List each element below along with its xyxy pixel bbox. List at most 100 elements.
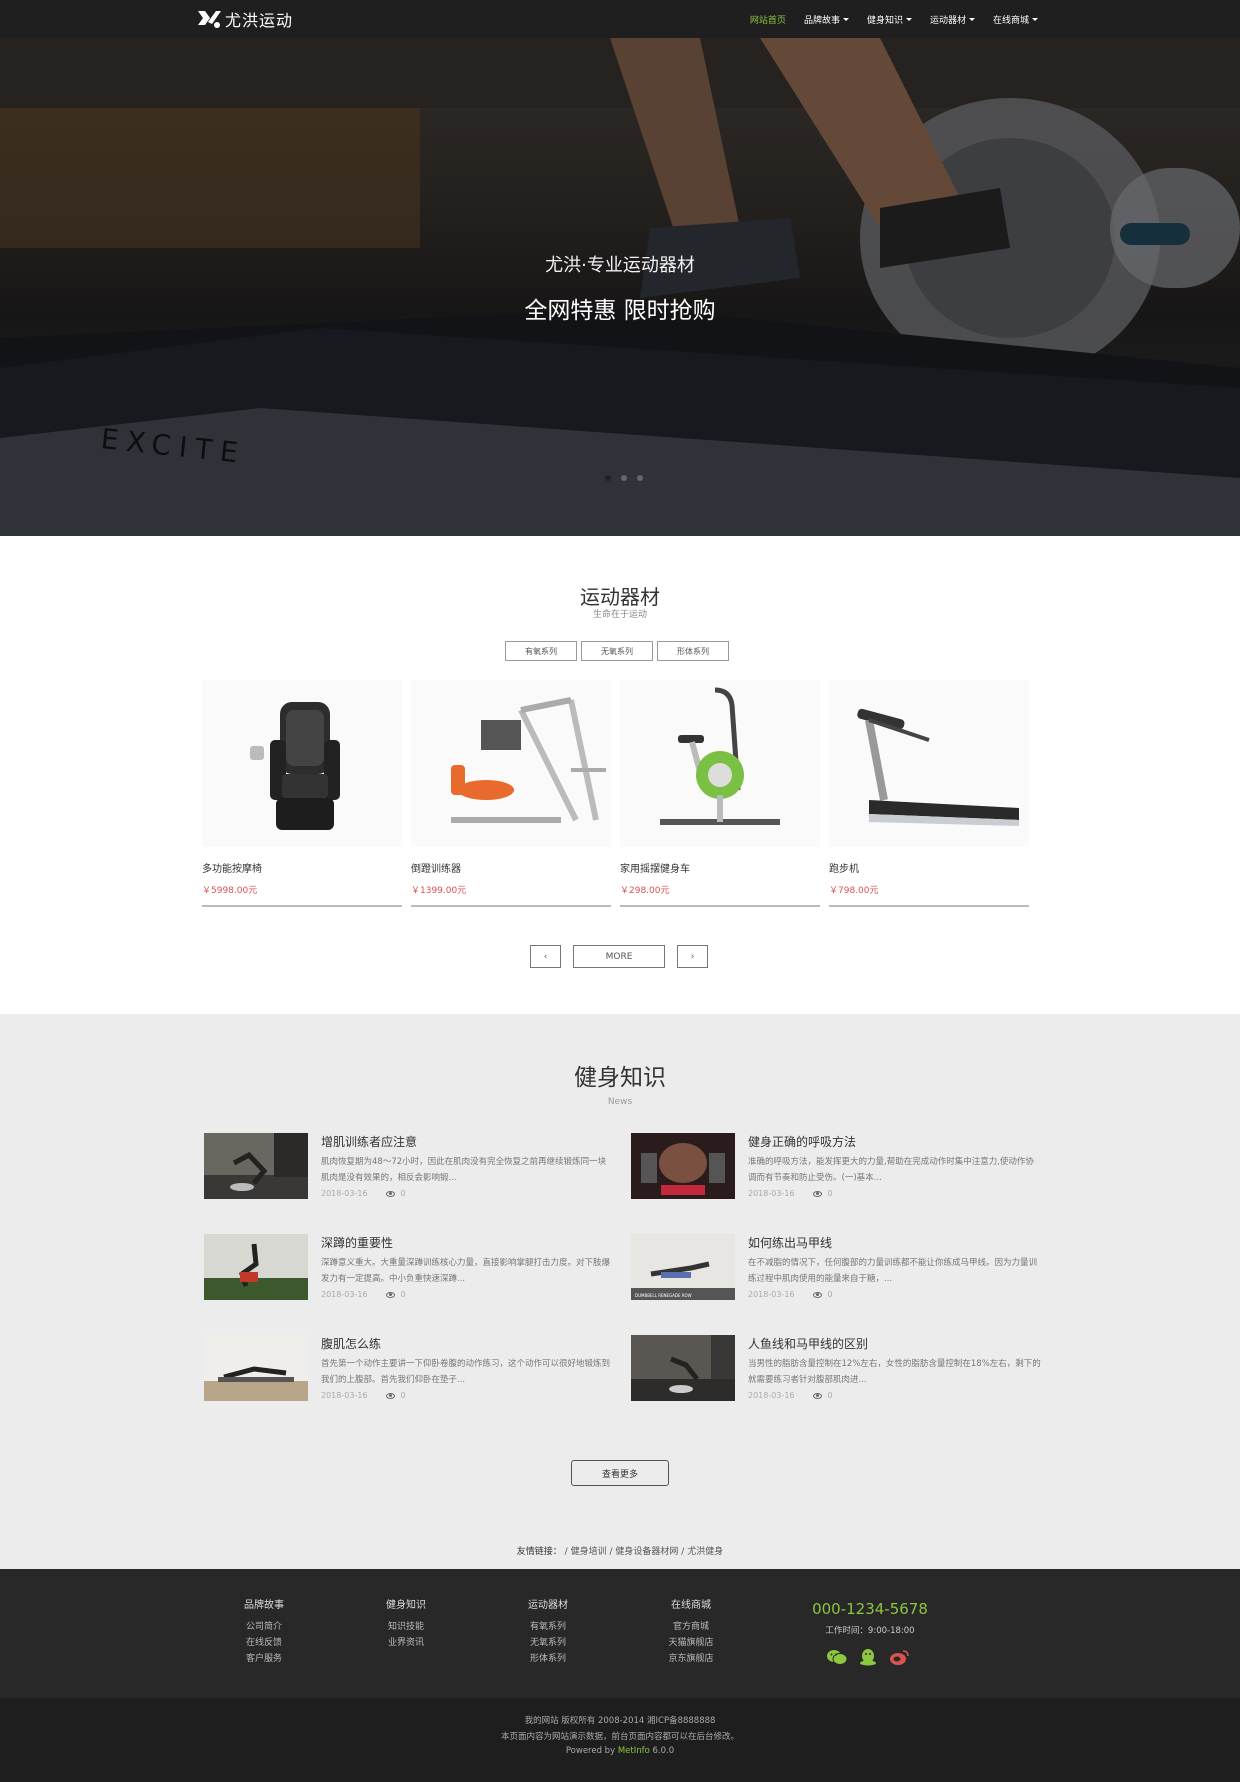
product-name: 倒蹬训练器 (411, 864, 461, 875)
more-products-button[interactable]: MORE (573, 945, 665, 968)
friend-link[interactable]: 健身设备器材网 (615, 1547, 678, 1557)
news-excerpt: 首先第一个动作主要讲一下仰卧卷腹的动作练习，这个动作可以很好地锻炼到我们的上腹部… (321, 1359, 611, 1385)
metinfo-link[interactable]: MetInfo (618, 1746, 650, 1756)
nav-item-brand-story[interactable]: 品牌故事 (804, 13, 849, 26)
link-separator: / (681, 1547, 685, 1557)
product-card[interactable]: 家用摇摆健身车 ￥298.00元 (620, 680, 820, 907)
filter-body-shaping[interactable]: 形体系列 (657, 641, 729, 661)
eye-icon (812, 1392, 822, 1399)
footer-link[interactable]: 知识技能 (361, 1619, 451, 1635)
product-card[interactable]: 倒蹬训练器 ￥1399.00元 (411, 680, 611, 907)
logo-icon (198, 11, 221, 28)
news-views: 0 (827, 1290, 833, 1299)
news-views: 0 (400, 1189, 406, 1198)
news-thumbnail (204, 1335, 308, 1401)
exercise-bike-icon (660, 687, 780, 825)
powered-by: Powered by MetInfo 6.0.0 (0, 1746, 1240, 1756)
prev-button[interactable]: ‹ (530, 945, 561, 968)
news-title: 如何练出马甲线 (748, 1236, 833, 1250)
friend-link[interactable]: 健身培训 (571, 1547, 607, 1557)
footer-link[interactable]: 有氧系列 (503, 1619, 593, 1635)
news-item[interactable]: 腹肌怎么练 首先第一个动作主要讲一下仰卧卷腹的动作练习，这个动作可以很好地锻炼到… (204, 1335, 624, 1405)
footer-link[interactable]: 京东旗舰店 (646, 1651, 736, 1667)
news-excerpt: 深蹲意义重大。大重量深蹲训练核心力量，直接影响掌腿打击力度。对下肢爆发力有一定提… (321, 1258, 611, 1284)
news-item[interactable]: DUMBBELL RENEGADE ROW 如何练出马甲线 在不减脂的情况下，任… (631, 1234, 1051, 1304)
hero-subtitle: 尤洪·专业运动器材 (545, 255, 695, 276)
news-item[interactable]: 增肌训练者应注意 肌肉恢复期为48～72小时，因此在肌肉没有完全恢复之前再继续锻… (204, 1133, 624, 1203)
wechat-icon[interactable] (826, 1648, 848, 1666)
news-item[interactable]: 人鱼线和马甲线的区别 当男性的脂肪含量控制在12%左右，女性的脂肪含量控制在18… (631, 1335, 1051, 1405)
product-name: 多功能按摩椅 (202, 864, 262, 875)
news-title: 增肌训练者应注意 (321, 1135, 418, 1149)
news-thumbnail (631, 1335, 735, 1401)
view-more-button[interactable]: 查看更多 (571, 1460, 669, 1486)
product-image (829, 680, 1029, 847)
hero-title: 全网特惠 限时抢购 (524, 298, 716, 324)
footer-link[interactable]: 官方商城 (646, 1619, 736, 1635)
carousel-dot-2[interactable] (621, 475, 627, 481)
footer-link[interactable]: 无氧系列 (503, 1635, 593, 1651)
carousel-dot-1[interactable] (605, 475, 611, 481)
carousel-dot-3[interactable] (637, 475, 643, 481)
demo-notice: 本页面内容为网站演示数据，前台页面内容都可以在后台修改。 (500, 1732, 739, 1742)
product-divider (620, 905, 820, 907)
footer-link[interactable]: 客户服务 (219, 1651, 309, 1667)
powered-version: 6.0.0 (652, 1746, 675, 1756)
link-separator: / (609, 1547, 613, 1557)
footer-link[interactable]: 天猫旗舰店 (646, 1635, 736, 1651)
caret-down-icon (842, 17, 849, 21)
carousel-dots (600, 475, 648, 481)
news-excerpt: 准确的呼吸方法，能发挥更大的力量,帮助在完成动作时集中注意力,使动作协调而有节奏… (748, 1157, 1034, 1183)
nav-item-equipment[interactable]: 运动器材 (930, 13, 975, 26)
eye-icon (385, 1291, 395, 1298)
eye-icon (385, 1392, 395, 1399)
footer-link[interactable]: 业界资讯 (361, 1635, 451, 1651)
news-item[interactable]: 深蹲的重要性 深蹲意义重大。大重量深蹲训练核心力量，直接影响掌腿打击力度。对下肢… (204, 1234, 624, 1304)
news-excerpt: 在不减脂的情况下，任何腹部的力量训练都不能让你练成马甲线。因为力量训练过程中肌肉… (748, 1258, 1038, 1284)
filter-aerobic[interactable]: 有氧系列 (505, 641, 577, 661)
eye-icon (812, 1190, 822, 1197)
friend-links: 友情链接： / 健身培训 / 健身设备器材网 / 尤洪健身 (0, 1544, 1240, 1557)
nav-item-home[interactable]: 网站首页 (750, 13, 786, 26)
nav-item-fitness-knowledge[interactable]: 健身知识 (867, 13, 912, 26)
product-name: 家用摇摆健身车 (620, 864, 690, 875)
filter-anaerobic[interactable]: 无氧系列 (581, 641, 653, 661)
news-meta: 2018-03-16 0 (321, 1391, 406, 1400)
product-card[interactable]: 跑步机 ￥798.00元 (829, 680, 1029, 907)
footer-column-shop: 在线商城 官方商城 天猫旗舰店 京东旗舰店 (646, 1596, 736, 1667)
nav-item-online-shop[interactable]: 在线商城 (993, 13, 1038, 26)
social-links (826, 1648, 919, 1666)
caret-down-icon (905, 17, 912, 21)
footer-column-title: 运动器材 (528, 1600, 568, 1611)
footer-link[interactable]: 在线反馈 (219, 1635, 309, 1651)
news-date: 2018-03-16 (321, 1391, 368, 1400)
product-image (202, 680, 402, 847)
product-card[interactable]: 多功能按摩椅 ￥5998.00元 (202, 680, 402, 907)
news-views: 0 (400, 1290, 406, 1299)
working-hours: 工作时间：9:00-18:00 (825, 1626, 915, 1636)
news-thumbnail: DUMBBELL RENEGADE ROW (631, 1234, 735, 1300)
brand-logo[interactable]: 尤洪运动 (196, 8, 293, 30)
products-pager: ‹ MORE › (530, 945, 708, 968)
caret-down-icon (1032, 17, 1038, 21)
link-separator: / (564, 1547, 568, 1557)
news-views: 0 (827, 1189, 833, 1198)
product-divider (829, 905, 1029, 907)
product-divider (411, 905, 611, 907)
thumb-caption: DUMBBELL RENEGADE ROW (635, 1293, 692, 1298)
footer-link[interactable]: 形体系列 (503, 1651, 593, 1667)
news-section-subtitle: News (607, 1097, 633, 1107)
news-excerpt: 肌肉恢复期为48～72小时，因此在肌肉没有完全恢复之前再继续锻炼同一块肌肉是没有… (321, 1157, 607, 1183)
footer-column-equipment: 运动器材 有氧系列 无氧系列 形体系列 (503, 1596, 593, 1667)
hero-banner[interactable]: EXCITE 尤洪·专业运动器材 全网特惠 限时抢购 (0, 38, 1240, 536)
footer-link[interactable]: 公司简介 (219, 1619, 309, 1635)
weibo-icon[interactable] (888, 1648, 910, 1666)
next-button[interactable]: › (677, 945, 708, 968)
friend-link[interactable]: 尤洪健身 (687, 1547, 723, 1557)
qq-icon[interactable] (857, 1648, 879, 1666)
news-item[interactable]: 健身正确的呼吸方法 准确的呼吸方法，能发挥更大的力量,帮助在完成动作时集中注意力… (631, 1133, 1051, 1203)
product-grid: 多功能按摩椅 ￥5998.00元 倒蹬训练器 ￥1399.00元 家用摇摆健身车… (202, 680, 1038, 907)
news-thumbnail (204, 1234, 308, 1300)
product-name: 跑步机 (829, 864, 859, 875)
product-image (620, 680, 820, 847)
